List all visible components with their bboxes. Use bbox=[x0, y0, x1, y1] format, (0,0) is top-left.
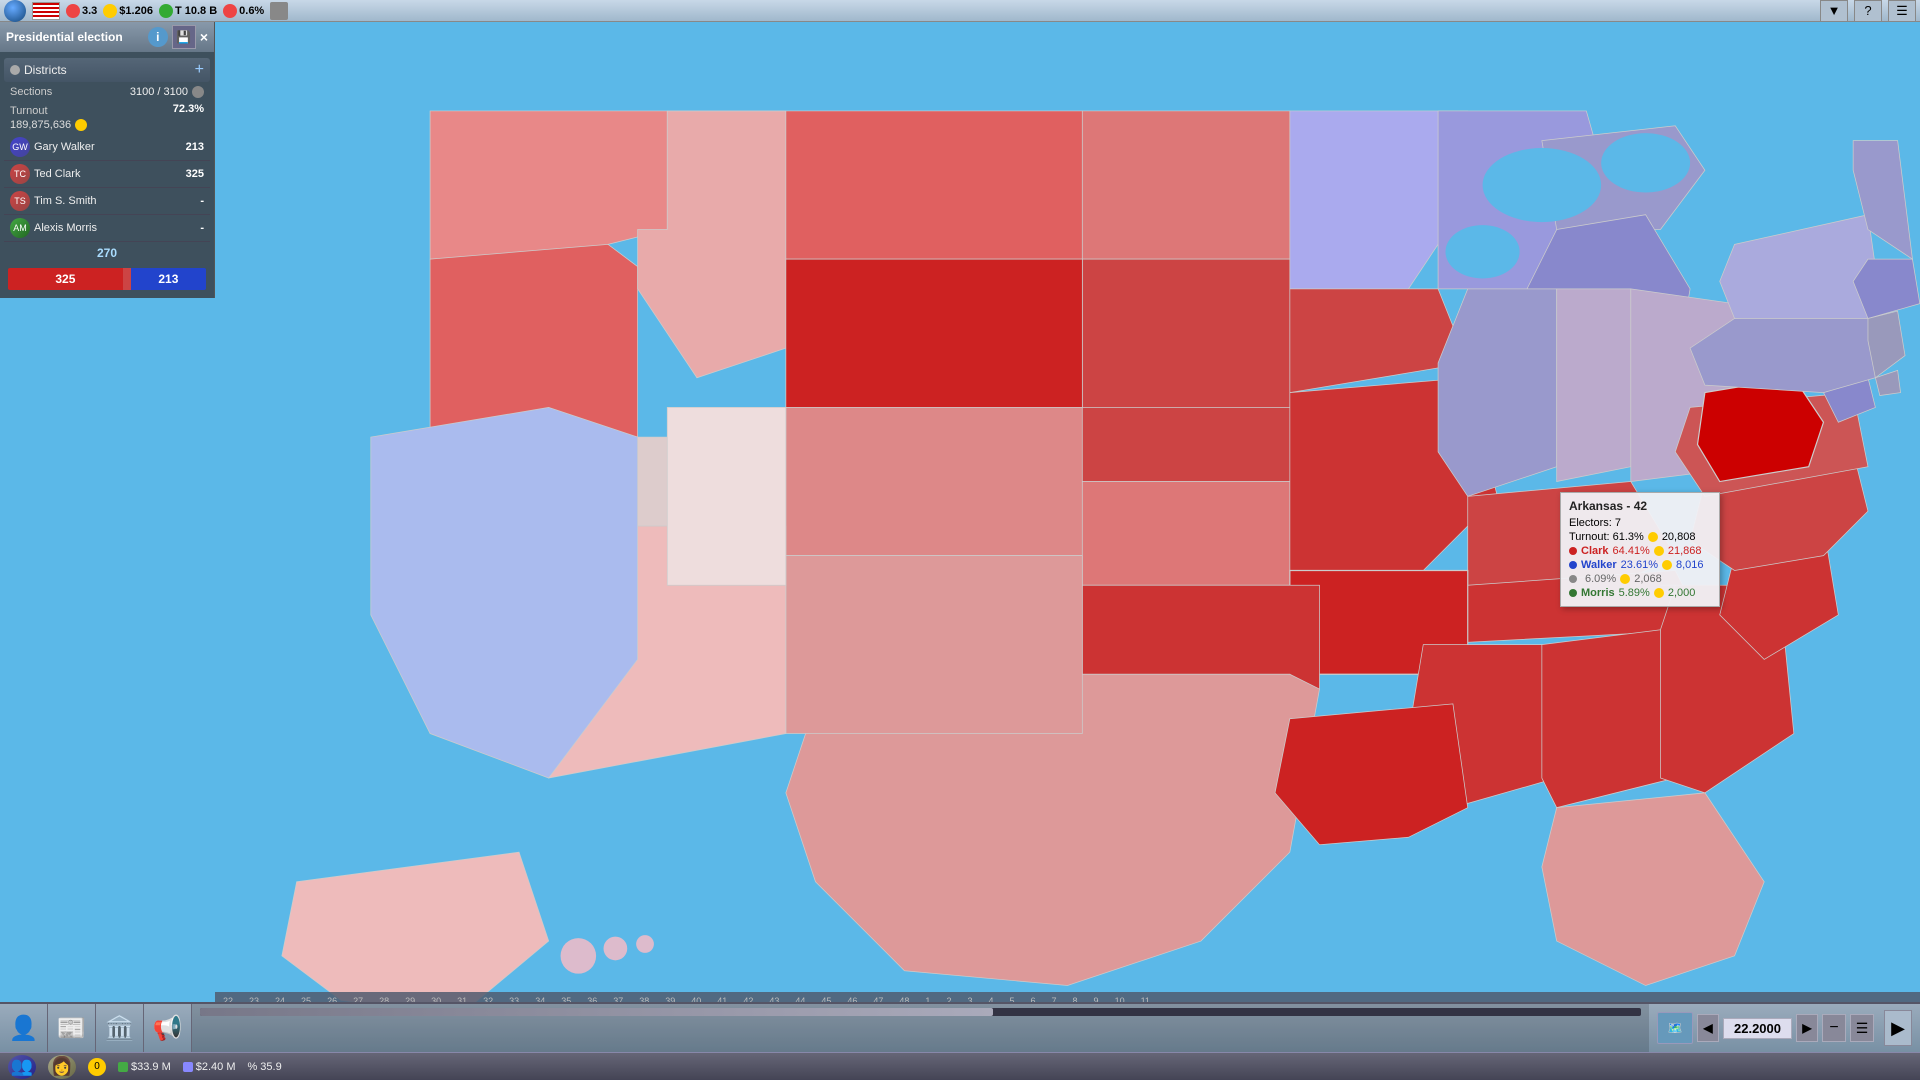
bank-button[interactable]: 🏛️ bbox=[96, 1004, 144, 1052]
candidate-name-morris: Alexis Morris bbox=[34, 222, 196, 234]
candidate-avatar-clark: TC bbox=[10, 164, 30, 184]
info-button[interactable]: i bbox=[148, 27, 168, 47]
coin-icon bbox=[1654, 588, 1664, 598]
menu-button[interactable]: ☰ bbox=[1888, 0, 1916, 22]
tooltip-smith: 6.09% 2,068 bbox=[1569, 572, 1711, 586]
districts-row[interactable]: Districts + bbox=[4, 58, 210, 82]
turnout-value: 72.3% bbox=[173, 103, 204, 115]
advisor-avatar: 👩 bbox=[48, 1055, 76, 1079]
add-district-button[interactable]: + bbox=[195, 61, 204, 79]
prev-button[interactable]: ◀ bbox=[1697, 1014, 1719, 1042]
smith-dot bbox=[1569, 575, 1577, 583]
election-panel: Presidential election i 💾 × Districts + … bbox=[0, 22, 215, 298]
candidate-votes-walker: 213 bbox=[186, 141, 204, 153]
coin-icon bbox=[103, 4, 117, 18]
tooltip-title: Arkansas - 42 bbox=[1569, 499, 1711, 513]
timeline-area bbox=[192, 1004, 1649, 1052]
vote-bar: 325 213 bbox=[8, 268, 206, 290]
candidates-list: GW Gary Walker 213 TC Ted Clark 325 TS T… bbox=[4, 134, 210, 242]
zoom-out-button[interactable]: − bbox=[1822, 1014, 1846, 1042]
vote-bar-blue: 213 bbox=[131, 268, 206, 290]
pct-stat: % 35.9 bbox=[248, 1061, 282, 1073]
districts-icon bbox=[10, 65, 20, 75]
save-button[interactable]: 💾 bbox=[172, 25, 196, 49]
coin-icon bbox=[1654, 546, 1664, 556]
candidate-row[interactable]: GW Gary Walker 213 bbox=[4, 134, 210, 161]
warning-stat: 0.6% bbox=[223, 4, 264, 18]
walker-dot bbox=[1569, 561, 1577, 569]
coin-count: 0 bbox=[88, 1058, 106, 1076]
vote-bar-middle bbox=[123, 268, 131, 290]
newspaper-button[interactable]: 📰 bbox=[48, 1004, 96, 1052]
player-avatar: 👥 bbox=[8, 1055, 36, 1079]
map-tooltip: Arkansas - 42 Electors: 7 Turnout: 61.3%… bbox=[1560, 492, 1720, 607]
vote-bar-red: 325 bbox=[8, 268, 123, 290]
turnout-row: Turnout 72.3% 189,875,636 bbox=[4, 100, 210, 134]
close-button[interactable]: × bbox=[200, 29, 208, 45]
bottom-toolbar: 👤 📰 🏛️ 📢 🗺️ ◀ 22.2000 ▶ − ☰ ▶ bbox=[0, 1002, 1920, 1052]
tree-icon bbox=[159, 4, 173, 18]
money2-icon bbox=[183, 1062, 193, 1072]
candidate-avatar-smith: TS bbox=[10, 191, 30, 211]
sections-row: Sections 3100 / 3100 bbox=[4, 84, 210, 100]
bank-icon bbox=[270, 2, 288, 20]
bottom-right-controls: 🗺️ ◀ 22.2000 ▶ − ☰ ▶ bbox=[1649, 1010, 1920, 1046]
turnout-label: Turnout bbox=[10, 105, 48, 117]
panel-title-bar: Presidential election i 💾 × bbox=[0, 22, 214, 52]
coin-icon bbox=[75, 119, 87, 131]
approval-stat: 3.3 bbox=[66, 4, 97, 18]
candidate-avatar-walker: GW bbox=[10, 137, 30, 157]
candidate-name-clark: Ted Clark bbox=[34, 168, 182, 180]
top-bar: 3.3 $1.206 T 10.8 B 0.6% ▼ ? ☰ bbox=[0, 0, 1920, 22]
turnout-count: 189,875,636 bbox=[10, 117, 204, 131]
tooltip-turnout: Turnout: 61.3% 20,808 bbox=[1569, 530, 1711, 544]
bottom-status-bar: 👥 👩 0 $33.9 M $2.40 M % 35.9 bbox=[0, 1052, 1920, 1080]
sections-icon bbox=[192, 86, 204, 98]
candidate-name-smith: Tim S. Smith bbox=[34, 195, 196, 207]
tooltip-morris: Morris 5.89% 2,000 bbox=[1569, 586, 1711, 600]
help-button[interactable]: ? bbox=[1854, 0, 1882, 22]
warn-icon bbox=[223, 4, 237, 18]
candidate-votes-clark: 325 bbox=[186, 168, 204, 180]
people-button[interactable]: 👤 bbox=[0, 1004, 48, 1052]
districts-label: Districts bbox=[24, 63, 195, 77]
treasury-stat: T 10.8 B bbox=[159, 4, 217, 18]
panel-content: Districts + Sections 3100 / 3100 Turnout… bbox=[0, 52, 214, 298]
tooltip-clark: Clark 64.41% 21,868 bbox=[1569, 544, 1711, 558]
panel-title: Presidential election bbox=[6, 30, 123, 44]
tooltip-electors: Electors: 7 bbox=[1569, 516, 1711, 530]
candidate-row[interactable]: AM Alexis Morris - bbox=[4, 215, 210, 242]
flag-icon bbox=[32, 2, 60, 20]
candidate-votes-morris: - bbox=[200, 222, 204, 234]
candidate-row[interactable]: TC Ted Clark 325 bbox=[4, 161, 210, 188]
candidate-name-walker: Gary Walker bbox=[34, 141, 182, 153]
tooltip-walker: Walker 23.61% 8,016 bbox=[1569, 558, 1711, 572]
coin-icon bbox=[1620, 574, 1630, 584]
coin-icon bbox=[1662, 560, 1672, 570]
clark-dot bbox=[1569, 547, 1577, 555]
filter-button[interactable]: ▼ bbox=[1820, 0, 1848, 22]
threshold-display: 270 bbox=[4, 242, 210, 264]
speaker-button[interactable]: 📢 bbox=[144, 1004, 192, 1052]
coin-icon bbox=[1648, 532, 1658, 542]
money-stat: $1.206 bbox=[103, 4, 153, 18]
candidate-avatar-morris: AM bbox=[10, 218, 30, 238]
money-icon bbox=[118, 1062, 128, 1072]
map-view-button[interactable]: 🗺️ bbox=[1657, 1012, 1693, 1044]
morris-dot bbox=[1569, 589, 1577, 597]
list-view-button[interactable]: ☰ bbox=[1850, 1014, 1874, 1042]
money-stat-1: $33.9 M bbox=[118, 1061, 171, 1073]
date-display: 22.2000 bbox=[1723, 1018, 1792, 1039]
next-button[interactable]: ▶ bbox=[1796, 1014, 1818, 1042]
globe-icon[interactable] bbox=[4, 0, 26, 22]
map-area[interactable]: Arkansas - 42 Electors: 7 Turnout: 61.3%… bbox=[215, 22, 1920, 1030]
candidate-votes-smith: - bbox=[200, 195, 204, 207]
fast-forward-button[interactable]: ▶ bbox=[1884, 1010, 1912, 1046]
sections-value: 3100 / 3100 bbox=[130, 86, 188, 98]
heart-icon bbox=[66, 4, 80, 18]
candidate-row[interactable]: TS Tim S. Smith - bbox=[4, 188, 210, 215]
sections-label: Sections bbox=[10, 86, 130, 98]
money-stat-2: $2.40 M bbox=[183, 1061, 236, 1073]
